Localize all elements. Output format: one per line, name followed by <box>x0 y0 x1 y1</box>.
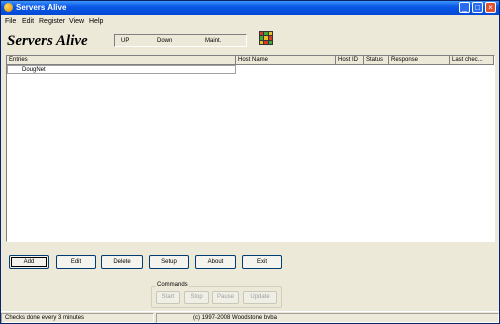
grid-icon-cell-3 <box>260 36 264 40</box>
grid-icon-cell-0 <box>260 32 264 36</box>
window-title: Servers Alive <box>16 3 67 12</box>
grid-icon-cell-7 <box>264 40 268 44</box>
menu-register[interactable]: Register <box>39 17 65 26</box>
grid-icon-cell-5 <box>268 36 272 40</box>
app-window: Servers Alive _ □ × File Edit Register V… <box>0 0 500 324</box>
menu-file[interactable]: File <box>5 17 16 26</box>
commands-label: Commands <box>156 281 189 289</box>
pause-button[interactable]: Pause <box>212 291 239 304</box>
status-grid-icon[interactable] <box>259 31 273 45</box>
update-button[interactable]: Update <box>243 291 277 304</box>
menu-edit[interactable]: Edit <box>22 17 34 26</box>
app-logo: Servers Alive <box>7 33 88 49</box>
about-button[interactable]: About <box>195 255 236 269</box>
column-header-status[interactable]: Status <box>364 56 389 65</box>
status-down: Down <box>157 38 173 44</box>
copyright-text: (c) 1997-2008 Woodstone bvba <box>193 315 277 321</box>
menu-help[interactable]: Help <box>89 17 103 26</box>
menu-bar: File Edit Register View Help <box>1 16 499 27</box>
edit-button[interactable]: Edit <box>56 255 96 269</box>
delete-button[interactable]: Delete <box>101 255 143 269</box>
status-summary: UP Down Maint. <box>114 34 247 47</box>
status-copyright: (c) 1997-2008 Woodstone bvba <box>156 313 499 323</box>
stop-button[interactable]: Stop <box>184 291 209 304</box>
entries-tree[interactable]: DougNet <box>7 65 236 74</box>
grid-icon-cell-8 <box>268 40 272 44</box>
close-button[interactable]: × <box>485 2 496 13</box>
grid-icon-cell-2 <box>268 32 272 36</box>
grid-icon-cell-1 <box>264 32 268 36</box>
exit-button[interactable]: Exit <box>242 255 282 269</box>
column-header-host-id[interactable]: Host ID <box>336 56 364 65</box>
maximize-button[interactable]: □ <box>472 2 483 13</box>
column-header-last-check[interactable]: Last chec... <box>450 56 494 65</box>
servers-table[interactable]: Entries Host Name Host ID Status Respons… <box>6 55 495 242</box>
add-button[interactable]: Add <box>9 255 49 269</box>
entry-dougnet[interactable]: DougNet <box>22 66 46 74</box>
setup-button[interactable]: Setup <box>149 255 189 269</box>
grid-icon-cell-4 <box>264 36 268 40</box>
column-header-host-name[interactable]: Host Name <box>236 56 336 65</box>
column-header-response[interactable]: Response <box>389 56 450 65</box>
status-up: UP <box>121 38 130 44</box>
start-button[interactable]: Start <box>156 291 180 304</box>
column-header-entries[interactable]: Entries <box>7 56 236 65</box>
status-bar: Checks done every 3 minutes (c) 1997-200… <box>1 311 499 324</box>
status-checks-interval: Checks done every 3 minutes <box>1 313 154 323</box>
menu-view[interactable]: View <box>69 17 84 26</box>
grid-icon-cell-6 <box>260 40 264 44</box>
status-maint: Maint. <box>205 38 222 44</box>
title-bar[interactable]: Servers Alive _ □ × <box>1 1 499 15</box>
app-icon[interactable] <box>4 3 13 12</box>
minimize-button[interactable]: _ <box>459 2 470 13</box>
